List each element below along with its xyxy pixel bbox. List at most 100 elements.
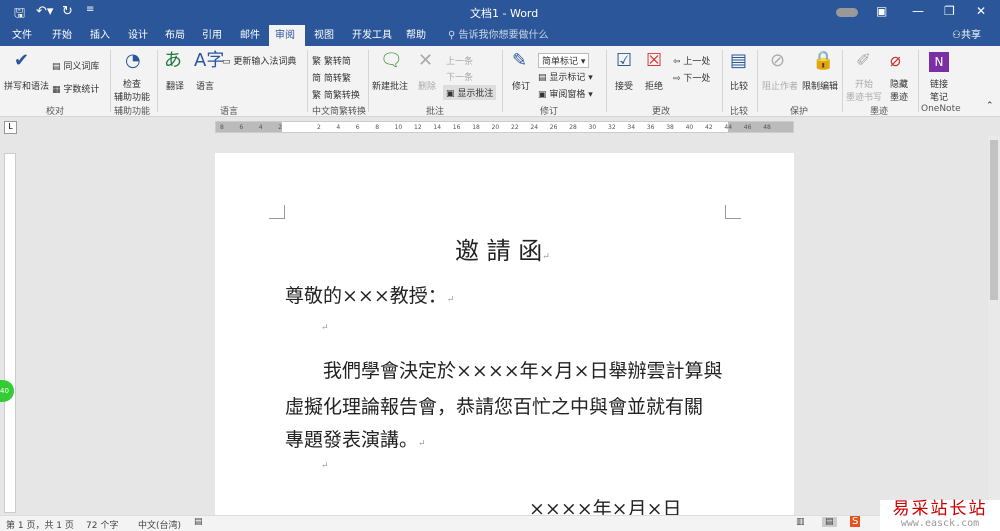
- hide-ink-button[interactable]: 隐藏 墨迹: [890, 77, 908, 103]
- tell-me-search[interactable]: ⚲ 告诉我你想要做什么: [442, 25, 555, 46]
- ink-pen-icon: ✐: [856, 50, 872, 71]
- redo-icon[interactable]: ↻: [62, 4, 73, 19]
- start-inking-button[interactable]: 开始 墨迹书写: [846, 77, 882, 103]
- horizontal-ruler[interactable]: 8 6 4 2 2 4 6 8 10 12 14 16 18 20 22 24 26 28 30 32 34 36 38 40…: [215, 121, 794, 133]
- restrict-editing-button[interactable]: 限制编辑: [802, 79, 838, 92]
- trad-to-simp-button[interactable]: 繁 繁转简: [312, 54, 351, 67]
- prev-change-label: 上一处: [683, 57, 711, 67]
- ruler-tick: 28: [569, 124, 577, 131]
- vertical-ruler[interactable]: [4, 153, 16, 513]
- account-avatar[interactable]: [836, 8, 858, 17]
- tab-selector[interactable]: L: [4, 121, 17, 134]
- wordcount-label: 字数统计: [63, 85, 100, 95]
- restore-icon[interactable]: ❐: [944, 4, 955, 18]
- paragraph-mark: ↵: [321, 461, 329, 471]
- share-button[interactable]: ⚇共享: [946, 25, 987, 46]
- block-authors-button[interactable]: 阻止作者: [762, 79, 798, 92]
- show-markup-button[interactable]: ▤ 显示标记 ▾: [538, 70, 593, 83]
- ruler-tick: 4: [336, 124, 341, 131]
- prev-change-button[interactable]: ⇦ 上一处: [673, 54, 710, 67]
- minimize-icon[interactable]: —: [912, 4, 924, 18]
- macro-icon[interactable]: ▤: [194, 517, 203, 527]
- scrollbar-thumb[interactable]: [990, 140, 998, 300]
- review-pane-label: 审阅窗格: [549, 90, 586, 100]
- group-comments: 批注: [426, 107, 445, 117]
- collapse-ribbon-icon[interactable]: ⌃: [986, 101, 994, 111]
- tab-developer[interactable]: 开发工具: [346, 25, 398, 46]
- thesaurus-button[interactable]: ▤ 同义词库: [52, 59, 99, 72]
- spelling-button[interactable]: 拼写和语法: [4, 79, 49, 92]
- reject-button[interactable]: 拒绝: [645, 79, 663, 92]
- ruler-tick: 48: [763, 124, 771, 131]
- update-ime-button[interactable]: ▭ 更新输入法词典: [222, 54, 296, 67]
- word-count[interactable]: 72 个字: [86, 518, 118, 531]
- language-icon: A字: [194, 50, 225, 71]
- hide-ink-icon: ⌀: [890, 50, 901, 71]
- ruler-tick: 22: [511, 124, 519, 131]
- translate-button[interactable]: 翻译: [166, 79, 184, 92]
- ruler-tick: 18: [472, 124, 480, 131]
- document-title: 邀 請 函↵: [455, 237, 550, 265]
- tab-help[interactable]: 帮助: [400, 25, 432, 46]
- group-changes: 更改: [652, 107, 671, 117]
- document-page[interactable]: 邀 請 函↵ 尊敬的×××教授：↵ ↵ 我們學會決定於××××年×月×日舉辦雲計…: [215, 153, 794, 520]
- group-chinese: 中文简繁转换: [312, 107, 367, 117]
- new-comment-button[interactable]: 新建批注: [372, 79, 408, 92]
- check-accessibility-button[interactable]: 检查 辅助功能: [114, 77, 150, 103]
- group-protect: 保护: [790, 107, 809, 117]
- show-markup-label: 显示标记: [549, 73, 586, 83]
- convert-button[interactable]: 繁 简繁转换: [312, 88, 360, 101]
- tab-file[interactable]: 文件: [6, 25, 38, 46]
- markup-value: 简单标记: [542, 57, 579, 67]
- reject-icon: ☒: [646, 50, 663, 71]
- ruler-tick: 12: [414, 124, 422, 131]
- tab-review[interactable]: 审阅: [269, 25, 305, 46]
- ruler-tick: 36: [646, 124, 655, 131]
- delete-comment-button[interactable]: 删除: [418, 79, 436, 92]
- ime-icon[interactable]: S: [850, 516, 861, 527]
- vertical-scrollbar[interactable]: [988, 136, 1000, 515]
- review-pane-button[interactable]: ▣ 审阅窗格 ▾: [538, 87, 593, 100]
- show-comments-button[interactable]: ▣ 显示批注: [443, 85, 497, 100]
- spelling-icon: ✔: [14, 50, 30, 71]
- tab-insert[interactable]: 插入: [84, 25, 116, 46]
- divider: [757, 50, 758, 112]
- next-change-button[interactable]: ⇨ 下一处: [673, 71, 710, 84]
- ribbon-display-icon[interactable]: ▣: [876, 4, 887, 18]
- customize-qat-icon[interactable]: ≡: [86, 4, 94, 15]
- track-changes-button[interactable]: 修订: [512, 79, 530, 92]
- compare-button[interactable]: 比较: [730, 79, 748, 92]
- ribbon-tabs: 文件 开始 插入 设计 布局 引用 邮件 审阅 视图 开发工具 帮助 ⚲ 告诉我…: [0, 25, 1000, 46]
- simp-to-trad-button[interactable]: 简 简转繁: [312, 71, 351, 84]
- wordcount-button[interactable]: ▦ 字数统计: [52, 82, 99, 95]
- tab-view[interactable]: 视图: [308, 25, 340, 46]
- group-onenote: OneNote: [921, 104, 961, 114]
- language-status[interactable]: 中文(台湾): [138, 518, 181, 531]
- save-icon[interactable]: 🖫: [14, 4, 25, 26]
- track-changes-icon: ✎: [512, 50, 528, 71]
- undo-icon[interactable]: ↶▾: [36, 4, 53, 19]
- tab-layout[interactable]: 布局: [159, 25, 191, 46]
- print-layout-icon[interactable]: ▤: [822, 517, 837, 527]
- ruler-tick: 38: [666, 124, 674, 131]
- tab-references[interactable]: 引用: [196, 25, 228, 46]
- tab-design[interactable]: 设计: [122, 25, 154, 46]
- ruler-tick: 40: [685, 124, 694, 131]
- accept-button[interactable]: 接受: [615, 79, 633, 92]
- language-button[interactable]: 语言: [196, 79, 214, 92]
- divider: [110, 50, 111, 112]
- close-icon[interactable]: ✕: [976, 4, 986, 18]
- linked-notes-button[interactable]: 链接 笔记: [930, 77, 948, 103]
- next-comment-button[interactable]: 下一条: [446, 70, 473, 83]
- tab-home[interactable]: 开始: [46, 25, 78, 46]
- page-count[interactable]: 第 1 页，共 1 页: [6, 518, 74, 531]
- ruler-tick: 8: [375, 124, 380, 131]
- prev-comment-button[interactable]: 上一条: [446, 54, 473, 67]
- divider: [918, 50, 919, 112]
- markup-select[interactable]: 简单标记 ▾: [538, 53, 590, 68]
- group-tracking: 修订: [540, 107, 559, 117]
- read-mode-icon[interactable]: ▥: [796, 517, 805, 527]
- tab-mailings[interactable]: 邮件: [234, 25, 266, 46]
- ruler-tick: 8: [220, 124, 224, 131]
- new-comment-icon: 🗨: [380, 50, 403, 71]
